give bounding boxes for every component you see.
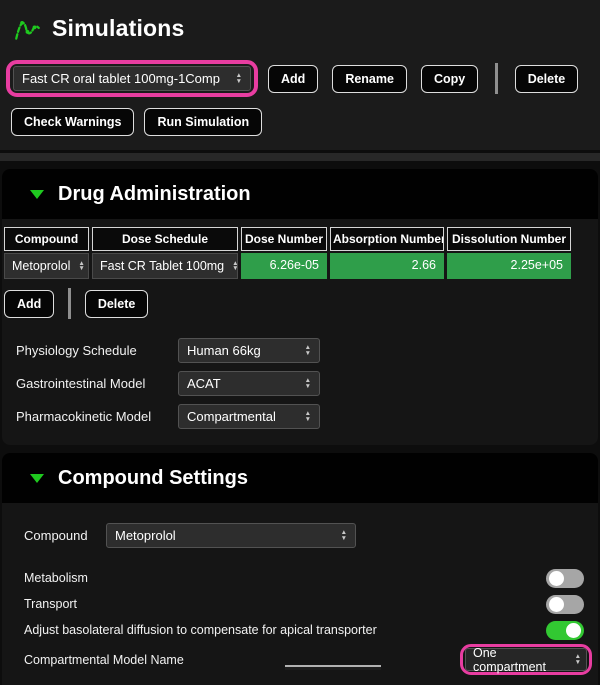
transport-label: Transport (24, 597, 77, 611)
simulation-toolbar: Fast CR oral tablet 100mg-1Comp ▲▼ Add R… (0, 56, 600, 150)
col-header-dose-number: Dose Number (241, 227, 327, 251)
rename-simulation-button[interactable]: Rename (332, 65, 407, 93)
stepper-icon: ▲▼ (232, 261, 238, 272)
physiology-schedule-select[interactable]: Human 66kg ▲▼ (178, 338, 320, 363)
transport-row: Transport (24, 591, 584, 617)
stepper-icon: ▲▼ (575, 654, 581, 665)
button-divider (68, 288, 71, 319)
drug-administration-header[interactable]: Drug Administration (2, 169, 598, 219)
add-dose-row-button[interactable]: Add (4, 290, 54, 318)
metabolism-label: Metabolism (24, 571, 88, 585)
dose-number-cell[interactable]: 6.26e-05 (241, 253, 327, 279)
absorption-number-cell[interactable]: 2.66 (330, 253, 444, 279)
compound-settings-title: Compound Settings (58, 467, 248, 490)
toolbar-divider (495, 63, 498, 94)
section-divider (0, 153, 600, 161)
compound-settings-header[interactable]: Compound Settings (2, 453, 598, 503)
physiology-schedule-row: Physiology Schedule Human 66kg ▲▼ (16, 334, 598, 367)
toolbar-row-2: Check Warnings Run Simulation (11, 108, 592, 136)
drug-administration-title: Drug Administration (58, 183, 251, 206)
simulation-select-value: Fast CR oral tablet 100mg-1Comp (22, 71, 220, 86)
app-header: Simulations (0, 0, 600, 56)
toolbar-row-1: Fast CR oral tablet 100mg-1Comp ▲▼ Add R… (6, 60, 592, 97)
toggle-rows: Metabolism Transport Adjust basolateral … (24, 565, 584, 643)
metabolism-toggle[interactable] (546, 569, 584, 588)
pharmacokinetic-model-row: Pharmacokinetic Model Compartmental ▲▼ (16, 400, 598, 433)
basolateral-diffusion-label: Adjust basolateral diffusion to compensa… (24, 623, 377, 637)
basolateral-diffusion-row: Adjust basolateral diffusion to compensa… (24, 617, 584, 643)
dissolution-number-cell[interactable]: 2.25e+05 (447, 253, 571, 279)
compartmental-model-name-row: Compartmental Model Name One compartment… (24, 644, 592, 675)
simulation-select[interactable]: Fast CR oral tablet 100mg-1Comp ▲▼ (13, 66, 251, 91)
stepper-icon: ▲▼ (305, 378, 311, 389)
highlight-ring-simulation-select: Fast CR oral tablet 100mg-1Comp ▲▼ (6, 60, 258, 97)
add-simulation-button[interactable]: Add (268, 65, 318, 93)
stepper-icon: ▲▼ (78, 261, 84, 272)
run-simulation-button[interactable]: Run Simulation (144, 108, 262, 136)
toggle-knob (549, 571, 564, 586)
pharmacokinetic-model-select[interactable]: Compartmental ▲▼ (178, 404, 320, 429)
compartmental-model-name-label: Compartmental Model Name (24, 653, 184, 667)
compound-select[interactable]: Metoprolol ▲▼ (106, 523, 356, 548)
compound-row: Compound Metoprolol ▲▼ (24, 523, 598, 548)
compound-settings-section: Compound Settings Compound Metoprolol ▲▼… (2, 453, 598, 685)
stepper-icon: ▲▼ (305, 345, 311, 356)
dose-table-header-row: Compound Dose Schedule Dose Number Absor… (4, 227, 590, 251)
gastrointestinal-model-select[interactable]: ACAT ▲▼ (178, 371, 320, 396)
copy-simulation-button[interactable]: Copy (421, 65, 478, 93)
check-warnings-button[interactable]: Check Warnings (11, 108, 134, 136)
col-header-dose-schedule: Dose Schedule (92, 227, 238, 251)
col-header-absorption-number: Absorption Number (330, 227, 444, 251)
page-title: Simulations (52, 15, 185, 42)
collapse-triangle-icon (30, 190, 44, 199)
basolateral-diffusion-toggle[interactable] (546, 621, 584, 640)
transport-toggle[interactable] (546, 595, 584, 614)
gastrointestinal-model-row: Gastrointestinal Model ACAT ▲▼ (16, 367, 598, 400)
toggle-knob (549, 597, 564, 612)
collapse-triangle-icon (30, 474, 44, 483)
stepper-icon: ▲▼ (305, 411, 311, 422)
drug-administration-section: Drug Administration Compound Dose Schedu… (2, 169, 598, 445)
pharmacokinetic-model-label: Pharmacokinetic Model (16, 409, 178, 424)
pk-curve-logo-icon (14, 15, 41, 42)
compound-label: Compound (24, 528, 106, 543)
highlight-ring-model-select: One compartment ▲▼ (460, 644, 592, 675)
delete-simulation-button[interactable]: Delete (515, 65, 579, 93)
dose-schedule-cell-select[interactable]: Fast CR Tablet 100mg ▲▼ (92, 253, 238, 279)
table-button-row: Add Delete (4, 288, 598, 319)
stepper-icon: ▲▼ (236, 73, 242, 84)
stepper-icon: ▲▼ (341, 530, 347, 541)
metabolism-row: Metabolism (24, 565, 584, 591)
dose-table: Compound Dose Schedule Dose Number Absor… (4, 227, 590, 279)
col-header-dissolution-number: Dissolution Number (447, 227, 571, 251)
model-field-rows: Physiology Schedule Human 66kg ▲▼ Gastro… (16, 334, 598, 445)
compartmental-model-select[interactable]: One compartment ▲▼ (465, 648, 587, 671)
toggle-knob (566, 623, 581, 638)
gastrointestinal-model-label: Gastrointestinal Model (16, 376, 178, 391)
compound-cell-select[interactable]: Metoprolol ▲▼ (4, 253, 89, 279)
physiology-schedule-label: Physiology Schedule (16, 343, 178, 358)
table-row: Metoprolol ▲▼ Fast CR Tablet 100mg ▲▼ 6.… (4, 253, 590, 279)
cut-off-element (285, 665, 381, 670)
col-header-compound: Compound (4, 227, 89, 251)
delete-dose-row-button[interactable]: Delete (85, 290, 149, 318)
